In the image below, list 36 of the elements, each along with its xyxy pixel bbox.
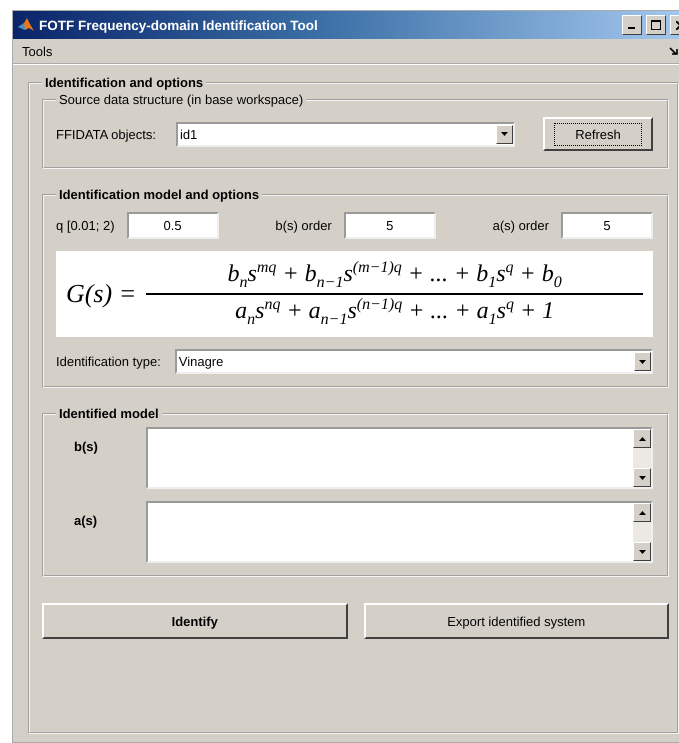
type-dropdown[interactable]: Vinagre bbox=[174, 349, 653, 374]
group-title: Source data structure (in base workspace) bbox=[58, 92, 304, 107]
field-label: a(s) bbox=[74, 513, 98, 528]
field-label: Identification type: bbox=[56, 354, 161, 369]
field-label: b(s) bbox=[74, 439, 98, 454]
formula-lhs: G(s) = bbox=[66, 279, 136, 309]
minimize-button[interactable] bbox=[622, 15, 642, 35]
down-arrow-icon bbox=[638, 550, 646, 554]
parameter-field[interactable]: 0.5 bbox=[126, 212, 219, 239]
parameter-label: q [0.01; 2) bbox=[56, 218, 115, 233]
parameter-field[interactable]: 5 bbox=[344, 212, 436, 239]
dropdown-arrow-icon bbox=[501, 132, 508, 136]
action-button[interactable]: Export identified system bbox=[364, 603, 669, 639]
formula-numerator: b$_{n}$s$^{mq}$ + b$_{n−1}$s$^{(m−1)q}$ + ... + b$_{1}$s$^{q}$ + b$_{0}$ bbox=[226, 258, 563, 293]
action-button[interactable]: Identify bbox=[42, 603, 348, 639]
dock-arrow-icon[interactable] bbox=[669, 46, 678, 56]
group-title: Identification model and options bbox=[58, 187, 260, 202]
window-title: FOTF Frequency-domain Identification Tool bbox=[39, 18, 319, 32]
parameter-label: b(s) order bbox=[275, 218, 332, 233]
dropdown-arrow-icon bbox=[639, 360, 646, 364]
data-dropdown[interactable]: id1 bbox=[176, 122, 515, 146]
group-title: Identified model bbox=[58, 406, 160, 421]
up-arrow-icon bbox=[638, 510, 646, 514]
maximize-icon bbox=[651, 20, 661, 30]
parameter-field[interactable]: 5 bbox=[560, 212, 653, 239]
parameter-label: a(s) order bbox=[492, 218, 549, 233]
field-label: FFIDATA objects: bbox=[56, 126, 156, 142]
up-arrow-icon bbox=[638, 436, 646, 440]
group-title: Identification and options bbox=[44, 75, 204, 90]
formula-denominator: a$_{n}$s$^{nq}$ + a$_{n−1}$s$^{(n−1)q}$ + ... + a$_{1}$s$^{q}$ + 1 bbox=[234, 295, 556, 330]
refresh-button[interactable]: Refresh bbox=[543, 117, 653, 151]
down-arrow-icon bbox=[638, 476, 646, 480]
menu-item[interactable]: Tools bbox=[22, 44, 52, 58]
scrollbar[interactable] bbox=[633, 503, 651, 561]
maximize-button[interactable] bbox=[646, 15, 666, 35]
scrollbar[interactable] bbox=[633, 429, 651, 487]
